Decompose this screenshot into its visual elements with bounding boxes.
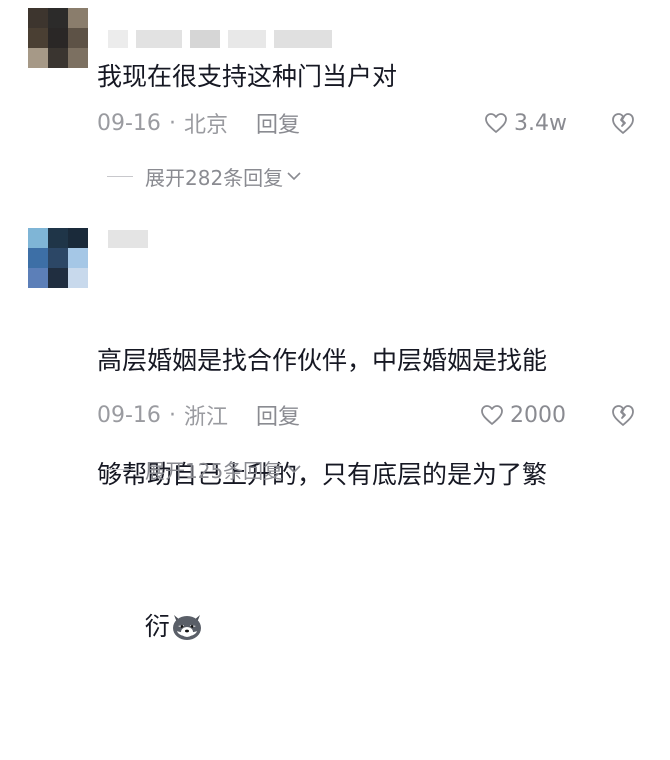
comment-meta: 09-16 · 北京 回复 (97, 107, 300, 139)
chevron-down-icon (287, 172, 301, 181)
avatar[interactable] (28, 228, 88, 288)
comment-text-line: 衍 (144, 612, 170, 641)
chevron-down-icon (287, 465, 301, 474)
comment-meta: 09-16 · 浙江 回复 (97, 399, 300, 431)
husky-dog-emoji (172, 615, 201, 640)
expand-replies-label: 展开125条回复 (145, 458, 284, 483)
expand-replies-button[interactable]: 展开282条回复 (107, 162, 301, 190)
comment-text: 我现在很支持这种门当户对 (97, 62, 398, 91)
expand-divider (107, 468, 133, 470)
comment-text-line-last: 衍 (97, 570, 642, 684)
comment-location: 浙江 (183, 405, 228, 430)
comment-date: 09-16 (97, 402, 161, 428)
expand-replies-button[interactable]: 展开125条回复 (107, 455, 301, 483)
comment-text-line: 高层婚姻是找合作伙伴，中层婚姻是找能 (97, 346, 548, 375)
username-blurred[interactable] (108, 30, 332, 48)
comment-date: 09-16 (97, 110, 161, 136)
like-button[interactable]: 2000 (480, 400, 566, 430)
meta-separator: · (168, 110, 176, 136)
heart-outline-icon (485, 113, 507, 133)
expand-replies-label: 展开282条回复 (145, 165, 284, 190)
like-count: 2000 (510, 402, 566, 428)
comment-text: 高层婚姻是找合作伙伴，中层婚姻是找能 够帮助自己上升的，只有底层的是为了繁 衍 (97, 266, 642, 760)
like-button[interactable]: 3.4w (484, 108, 567, 138)
broken-heart-icon[interactable] (610, 402, 636, 428)
reply-button[interactable]: 回复 (256, 107, 300, 139)
meta-separator: · (168, 402, 176, 428)
heart-outline-icon (481, 405, 503, 425)
expand-divider (107, 175, 133, 177)
like-count: 3.4w (514, 110, 567, 136)
comment-location: 北京 (183, 113, 228, 138)
avatar[interactable] (28, 8, 88, 68)
username-blurred[interactable] (108, 230, 148, 248)
broken-heart-icon[interactable] (610, 110, 636, 136)
reply-button[interactable]: 回复 (256, 399, 300, 431)
